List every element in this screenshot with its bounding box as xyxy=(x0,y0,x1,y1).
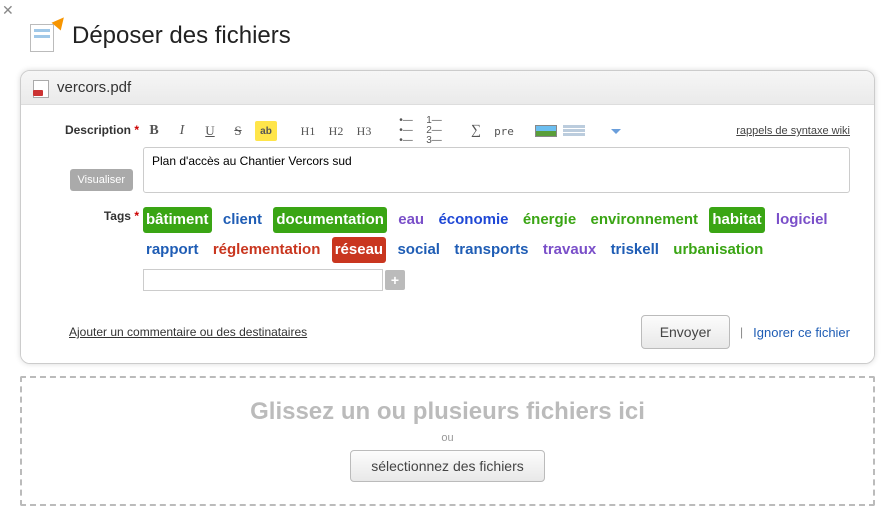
tag-energie[interactable]: énergie xyxy=(520,207,579,233)
h1-button[interactable]: H1 xyxy=(297,121,319,141)
h3-button[interactable]: H3 xyxy=(353,121,375,141)
file-panel: vercors.pdf Description * B I U S ab H1 … xyxy=(20,70,875,364)
tag-documentation[interactable]: documentation xyxy=(273,207,387,233)
close-icon[interactable]: ✕ xyxy=(2,2,14,19)
image-button[interactable] xyxy=(535,125,557,137)
tag-environnement[interactable]: environnement xyxy=(588,207,702,233)
tag-transports[interactable]: transports xyxy=(451,237,531,263)
tag-triskell[interactable]: triskell xyxy=(608,237,662,263)
strike-button[interactable]: S xyxy=(227,121,249,141)
tag-input[interactable] xyxy=(143,269,383,291)
separator: | xyxy=(740,325,743,339)
bold-button[interactable]: B xyxy=(143,121,165,141)
tags-label: Tags * xyxy=(45,207,143,291)
tag-logiciel[interactable]: logiciel xyxy=(773,207,831,233)
tag-reseau[interactable]: réseau xyxy=(332,237,386,263)
tag-client[interactable]: client xyxy=(220,207,265,233)
tag-rapport[interactable]: rapport xyxy=(143,237,202,263)
pre-button[interactable]: pre xyxy=(493,121,515,141)
italic-button[interactable]: I xyxy=(171,121,193,141)
tag-reglementation[interactable]: réglementation xyxy=(210,237,324,263)
pdf-icon xyxy=(33,80,49,96)
h2-button[interactable]: H2 xyxy=(325,121,347,141)
ignore-file-link[interactable]: Ignorer ce fichier xyxy=(753,325,850,340)
add-comment-link[interactable]: Ajouter un commentaire ou des destinatai… xyxy=(69,325,307,339)
description-label: Description * xyxy=(45,121,143,141)
tags-container: bâtiment client documentation eau économ… xyxy=(143,207,850,291)
dropzone[interactable]: Glissez un ou plusieurs fichiers ici ou … xyxy=(20,376,875,506)
editor-toolbar: B I U S ab H1 H2 H3 •—•—•— 1—2—3— ∑ pre xyxy=(143,121,850,141)
file-name: vercors.pdf xyxy=(57,79,131,96)
table-button[interactable] xyxy=(563,125,585,137)
more-dropdown[interactable] xyxy=(605,121,627,141)
tag-travaux[interactable]: travaux xyxy=(540,237,599,263)
dropzone-or: ou xyxy=(22,432,873,444)
wiki-help-link[interactable]: rappels de syntaxe wiki xyxy=(736,125,850,137)
visualize-button[interactable]: Visualiser xyxy=(70,169,134,191)
highlight-button[interactable]: ab xyxy=(255,121,277,141)
tag-social[interactable]: social xyxy=(394,237,443,263)
send-button[interactable]: Envoyer xyxy=(641,315,730,349)
page-title: Déposer des fichiers xyxy=(72,22,291,50)
tag-batiment[interactable]: bâtiment xyxy=(143,207,212,233)
description-input[interactable] xyxy=(143,147,850,193)
upload-icon xyxy=(30,20,62,52)
tag-urbanisation[interactable]: urbanisation xyxy=(670,237,766,263)
add-tag-button[interactable]: + xyxy=(385,270,405,290)
select-files-button[interactable]: sélectionnez des fichiers xyxy=(350,450,545,482)
ordered-list-button[interactable]: 1—2—3— xyxy=(423,121,445,141)
bullet-list-button[interactable]: •—•—•— xyxy=(395,121,417,141)
formula-button[interactable]: ∑ xyxy=(465,121,487,141)
underline-button[interactable]: U xyxy=(199,121,221,141)
dropzone-title: Glissez un ou plusieurs fichiers ici xyxy=(22,398,873,426)
tag-economie[interactable]: économie xyxy=(435,207,511,233)
tag-habitat[interactable]: habitat xyxy=(709,207,764,233)
tag-eau[interactable]: eau xyxy=(395,207,427,233)
